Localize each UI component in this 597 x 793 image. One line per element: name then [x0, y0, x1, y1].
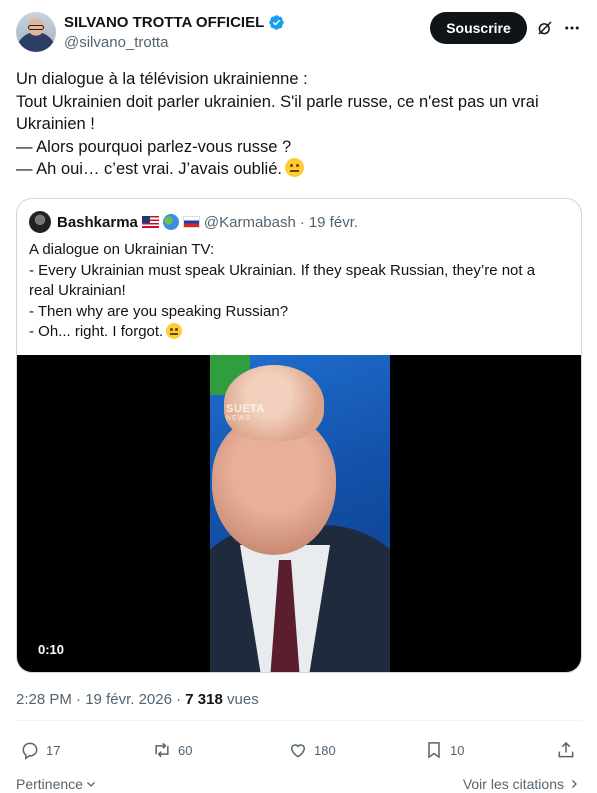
tweet-meta: 2:28 PM · 19 févr. 2026 · 7 318 vues [16, 691, 259, 708]
video-duration: 0:10 [38, 642, 65, 657]
view-quotes-link[interactable]: Voir les citations [463, 776, 580, 792]
subscribe-button[interactable]: Souscrire [430, 12, 527, 44]
views-label: vues [227, 691, 259, 708]
sort-relevance-dropdown[interactable]: Pertinence [16, 776, 97, 792]
tweet-text: Un dialogue à la télévision ukrainienne … [16, 68, 586, 181]
tweet-line-last: — Ah oui… c’est vrai. J’avais oublié. [16, 158, 586, 181]
russia-flag-icon [182, 216, 200, 228]
like-count: 180 [314, 742, 336, 758]
quoted-line-last: - Oh... right. I forgot. [29, 322, 569, 343]
bookmark-icon [428, 742, 440, 759]
like-button[interactable]: 180 [288, 740, 336, 760]
dot-separator: · [76, 691, 82, 708]
sort-label: Pertinence [16, 776, 83, 792]
author-name-row[interactable]: SILVANO TROTTA OFFICIEL [64, 14, 285, 31]
quoted-author-name[interactable]: Bashkarma [57, 214, 138, 231]
view-quotes-label: Voir les citations [462, 776, 564, 792]
quoted-line: - Then why are you speaking Russian? [29, 302, 289, 320]
views-count: 7 318 [185, 691, 223, 708]
divider [16, 720, 582, 721]
like-icon [290, 744, 306, 758]
video-watermark: SUETA NEWS [226, 403, 265, 422]
tweet-line: — Ah oui… c’est vrai. J’avais oublié. [16, 160, 282, 178]
quoted-tweet-date[interactable]: 19 févr. [309, 214, 358, 231]
quoted-author-avatar[interactable] [29, 211, 51, 233]
dot-separator: · [176, 691, 182, 708]
neutral-face-emoji-icon [166, 323, 183, 339]
quoted-line: A dialogue on Ukrainian TV: [29, 241, 215, 258]
share-button[interactable] [556, 740, 576, 760]
chevron-down-icon [86, 782, 95, 787]
author-handle[interactable]: @silvano_trotta [64, 34, 168, 51]
quoted-tweet-header: Bashkarma @Karmabash · 19 févr. [29, 211, 358, 233]
more-icon[interactable] [563, 19, 581, 37]
neutral-face-emoji-icon [284, 158, 304, 177]
quoted-tweet-text: A dialogue on Ukrainian TV: - Every Ukra… [29, 240, 569, 343]
bookmark-count: 10 [450, 742, 465, 758]
quoted-author-handle[interactable]: @Karmabash [204, 214, 296, 231]
globe-icon [162, 214, 179, 230]
author-avatar[interactable] [16, 12, 56, 52]
reply-button[interactable]: 17 [20, 740, 60, 760]
tweet-date[interactable]: 19 févr. 2026 [85, 691, 172, 708]
tweet-line: — Alors pourquoi parlez-vous russe ? [16, 137, 292, 156]
tweet-time[interactable]: 2:28 PM [16, 691, 72, 708]
repost-count: 60 [178, 742, 193, 758]
video-frame: SUETA NEWS [210, 355, 390, 672]
action-bar: 17 60 180 10 [16, 740, 582, 764]
bookmark-button[interactable]: 10 [424, 740, 464, 760]
repost-button[interactable]: 60 [152, 740, 192, 760]
quoted-line: - Every Ukrainian must speak Ukrainian. … [29, 261, 536, 279]
quoted-line: real Ukrainian! [29, 282, 126, 299]
author-display-name[interactable]: SILVANO TROTTA OFFICIEL [64, 14, 264, 31]
verified-badge-icon [269, 15, 285, 30]
tweet-line: Un dialogue à la télévision ukrainienne … [16, 70, 308, 88]
us-flag-icon [141, 216, 159, 228]
share-icon [558, 741, 574, 758]
quoted-line: - Oh... right. I forgot. [29, 323, 164, 340]
grok-icon[interactable] [536, 19, 554, 37]
tweet-line: Ukrainien ! [16, 115, 95, 133]
reply-icon [22, 742, 38, 760]
repost-icon [155, 742, 169, 758]
chevron-right-icon [572, 780, 577, 788]
quoted-tweet-card[interactable]: Bashkarma @Karmabash · 19 févr. A dialog… [16, 198, 582, 673]
quoted-dot-separator: · [299, 213, 305, 231]
tweet-line: Tout Ukrainien doit parler ukrainien. S'… [16, 92, 539, 111]
video-player[interactable]: SUETA NEWS 0:10 [17, 355, 581, 672]
reply-count: 17 [46, 742, 61, 758]
